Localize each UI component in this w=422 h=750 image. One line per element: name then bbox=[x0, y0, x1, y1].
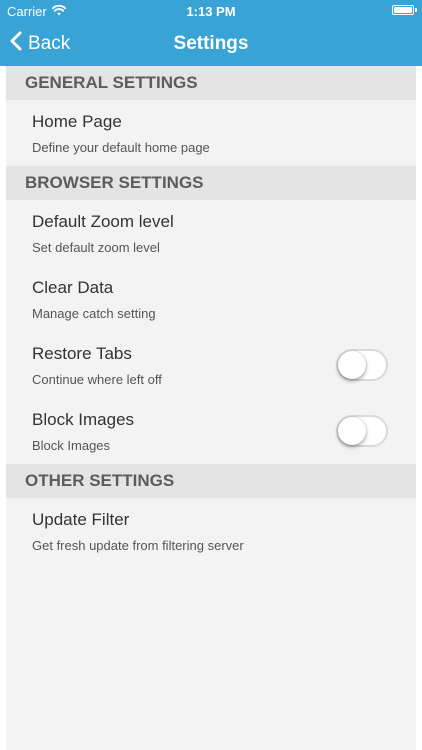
status-bar: Carrier 1:13 PM bbox=[0, 0, 422, 22]
setting-title: Restore Tabs bbox=[32, 344, 132, 363]
setting-row-block-images: Block Images Block Images bbox=[6, 398, 416, 464]
setting-title: Update Filter bbox=[32, 510, 130, 529]
setting-subtitle: Define your default home page bbox=[32, 140, 210, 155]
battery-fill bbox=[394, 7, 412, 13]
setting-row-update-filter[interactable]: Update Filter Get fresh update from filt… bbox=[6, 498, 416, 564]
toggle-knob bbox=[338, 351, 366, 379]
section-header-general: GENERAL SETTINGS bbox=[6, 66, 416, 100]
setting-row-clear-data[interactable]: Clear Data Manage catch setting bbox=[6, 266, 416, 332]
setting-title: Default Zoom level bbox=[32, 212, 174, 231]
setting-row-restore-tabs: Restore Tabs Continue where left off bbox=[6, 332, 416, 398]
setting-subtitle: Continue where left off bbox=[32, 372, 162, 387]
setting-title: Block Images bbox=[32, 410, 135, 429]
restore-tabs-toggle[interactable] bbox=[336, 349, 388, 381]
setting-title: Clear Data bbox=[32, 278, 114, 297]
setting-title: Home Page bbox=[32, 112, 122, 131]
header: Carrier 1:13 PM Back Settings bbox=[0, 0, 422, 66]
page-title: Settings bbox=[173, 33, 249, 54]
setting-subtitle: Block Images bbox=[32, 438, 111, 453]
setting-subtitle: Set default zoom level bbox=[32, 240, 160, 255]
toggle-knob bbox=[338, 417, 366, 445]
settings-list[interactable]: GENERAL SETTINGS Home Page Define your d… bbox=[6, 66, 416, 750]
setting-subtitle: Get fresh update from filtering server bbox=[32, 538, 244, 553]
nav-bar: Back Settings bbox=[0, 22, 422, 66]
setting-row-default-zoom[interactable]: Default Zoom level Set default zoom leve… bbox=[6, 200, 416, 266]
section-header-browser: BROWSER SETTINGS bbox=[6, 166, 416, 200]
battery-tip bbox=[415, 8, 417, 12]
block-images-toggle[interactable] bbox=[336, 415, 388, 447]
status-time: 1:13 PM bbox=[186, 4, 236, 19]
battery-icon bbox=[392, 5, 417, 15]
section-header-other: OTHER SETTINGS bbox=[6, 464, 416, 498]
settings-screen: Carrier 1:13 PM Back Settings GENERAL SE… bbox=[0, 0, 422, 750]
setting-row-home-page[interactable]: Home Page Define your default home page bbox=[6, 100, 416, 166]
setting-subtitle: Manage catch setting bbox=[32, 306, 156, 321]
